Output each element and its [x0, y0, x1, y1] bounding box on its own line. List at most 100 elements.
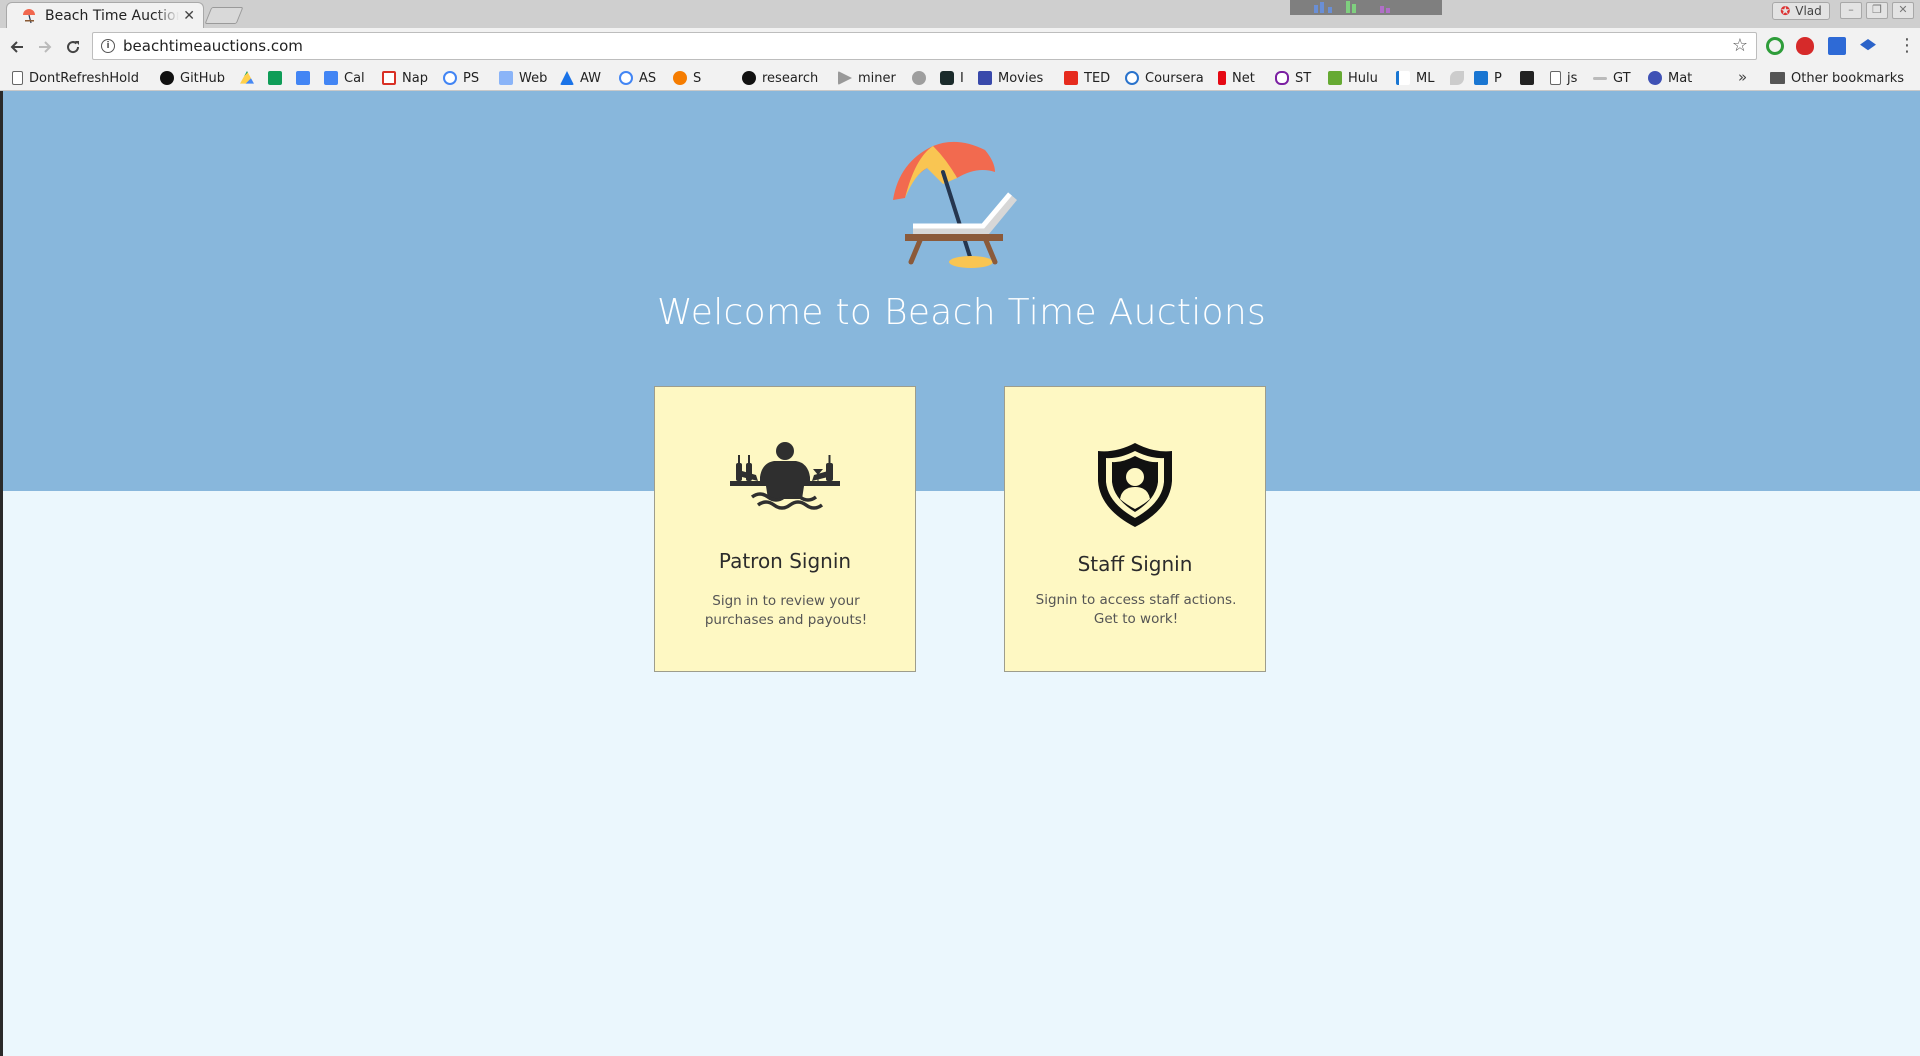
bookmark-star-icon[interactable]: ☆	[1732, 35, 1748, 56]
browser-tab[interactable]: Beach Time Auctions ✕	[6, 2, 204, 28]
address-bar[interactable]: i beachtimeauctions.com ☆	[92, 32, 1757, 60]
globe-icon	[912, 71, 926, 85]
new-tab-button[interactable]	[204, 7, 244, 24]
leaf-icon	[1450, 71, 1464, 85]
bookmark-mat[interactable]: Mat	[1648, 69, 1692, 87]
bookmark-dontrefreshhold[interactable]: DontRefreshHold	[12, 69, 141, 87]
staff-signin-description: Signin to access staff actions. Get to w…	[1035, 592, 1237, 627]
forward-button[interactable]	[34, 36, 56, 58]
reload-icon	[67, 41, 80, 54]
site-info-icon[interactable]: i	[101, 39, 115, 53]
bookmark-globe[interactable]	[912, 69, 926, 87]
bookmark-coursera[interactable]: Coursera	[1125, 69, 1204, 87]
folder-icon	[1770, 72, 1785, 84]
browser-title-bar: Beach Time Auctions ✕ ✪ Vlad – ❐ ✕	[0, 0, 1920, 28]
netflix-icon	[1218, 71, 1226, 85]
browser-menu-icon[interactable]: ⋮	[1898, 37, 1916, 55]
bookmark-label: Coursera	[1145, 70, 1204, 86]
bookmark-label: GT	[1613, 70, 1631, 86]
bookmark-aw[interactable]: AW	[560, 69, 601, 87]
welcome-heading: Welcome to Beach Time Auctions	[656, 292, 1267, 333]
bookmark-label: Net	[1232, 70, 1255, 86]
other-bookmarks-folder[interactable]: Other bookmarks	[1770, 69, 1904, 87]
bookmark-sheets[interactable]	[268, 69, 282, 87]
paypal-icon	[1474, 71, 1488, 85]
bookmark-drive[interactable]	[240, 69, 254, 87]
github-icon	[160, 71, 174, 85]
bookmark-github[interactable]: GitHub	[160, 69, 225, 87]
minimize-button[interactable]: –	[1840, 2, 1862, 19]
z-icon	[1520, 71, 1534, 85]
bookmark-hulu[interactable]: Hulu	[1328, 69, 1378, 87]
hulu-icon	[1328, 71, 1342, 85]
github-icon	[742, 71, 756, 85]
staff-shield-icon	[1005, 441, 1265, 529]
bookmarks-overflow-button[interactable]: »	[1738, 68, 1747, 86]
staff-signin-card[interactable]: Staff Signin Signin to access staff acti…	[1004, 386, 1266, 672]
patron-signin-description: Sign in to review your purchases and pay…	[704, 593, 868, 628]
bookmark-docs[interactable]	[296, 69, 310, 87]
bookmark-cal[interactable]: Cal	[324, 69, 365, 87]
graduation-extension-icon[interactable]	[1860, 39, 1876, 51]
forward-arrow-icon	[39, 41, 52, 53]
bookmark-ted[interactable]: TED	[1064, 69, 1110, 87]
bookmark-ml[interactable]: ML	[1396, 69, 1434, 87]
ted-icon	[1064, 71, 1078, 85]
url-text: beachtimeauctions.com	[123, 37, 303, 55]
system-monitor-graph	[1290, 0, 1442, 15]
google-icon	[443, 71, 457, 85]
close-window-button[interactable]: ✕	[1892, 2, 1914, 19]
reload-button[interactable]	[62, 36, 84, 58]
beach-favicon-icon	[21, 8, 37, 24]
film-icon	[978, 71, 992, 85]
profile-button[interactable]: ✪ Vlad	[1772, 2, 1830, 20]
bookmark-label: AS	[639, 70, 657, 86]
bookmark-i[interactable]: I	[940, 69, 964, 87]
bookmark-z[interactable]	[1520, 69, 1534, 87]
bookmark-label: GitHub	[180, 70, 226, 86]
bookmark-research[interactable]: research	[742, 69, 818, 87]
gt-icon	[1593, 76, 1607, 80]
bookmark-label: miner	[858, 70, 896, 86]
bookmark-label: S	[693, 70, 702, 86]
restore-button[interactable]: ❐	[1866, 2, 1888, 19]
bracket-icon	[1275, 71, 1289, 85]
bookmark-web[interactable]: Web	[499, 69, 547, 87]
page-icon	[1550, 71, 1561, 85]
gmail-icon	[382, 71, 396, 85]
bookmark-nap[interactable]: Nap	[382, 69, 428, 87]
green-extension-icon[interactable]	[1766, 37, 1784, 55]
bookmark-label: research	[762, 70, 819, 86]
bookmark-label: Movies	[998, 70, 1044, 86]
page-icon	[12, 71, 23, 85]
bookmark-label: Nap	[402, 70, 428, 86]
back-button[interactable]	[6, 36, 28, 58]
browser-toolbar: i beachtimeauctions.com ☆ ⋮	[0, 28, 1920, 65]
cloud-icon	[673, 71, 687, 85]
tab-close-icon[interactable]: ✕	[183, 8, 195, 24]
k-icon	[1396, 71, 1410, 85]
bookmarks-bar: » Other bookmarks DontRefreshHold GitHub C…	[0, 65, 1920, 91]
patron-signin-card[interactable]: Patron Signin Sign in to review your pur…	[654, 386, 916, 672]
blue-screen-extension-icon[interactable]	[1828, 37, 1846, 55]
bookmark-js[interactable]: js	[1550, 69, 1577, 87]
opera-extension-icon[interactable]	[1796, 37, 1814, 55]
bookmark-p[interactable]: P	[1474, 69, 1502, 87]
dark-square-icon	[940, 71, 954, 85]
bookmark-s[interactable]: S	[673, 69, 701, 87]
bookmark-gt[interactable]: GT	[1593, 69, 1631, 87]
bookmark-net[interactable]: Net	[1218, 69, 1255, 87]
bookmark-as[interactable]: AS	[619, 69, 656, 87]
profile-name: Vlad	[1795, 4, 1822, 18]
bookmark-label: DontRefreshHold	[29, 70, 139, 86]
bookmark-leaf[interactable]	[1450, 69, 1464, 87]
adwords-icon	[560, 71, 574, 85]
beach-chair-umbrella-icon	[893, 141, 1017, 268]
miner-icon	[838, 71, 852, 85]
other-bookmarks-label: Other bookmarks	[1791, 70, 1905, 86]
bookmark-movies[interactable]: Movies	[978, 69, 1043, 87]
bookmark-st[interactable]: ST	[1275, 69, 1311, 87]
bookmark-miner[interactable]: miner	[838, 69, 896, 87]
calendar-icon	[324, 71, 338, 85]
bookmark-ps[interactable]: PS	[443, 69, 479, 87]
